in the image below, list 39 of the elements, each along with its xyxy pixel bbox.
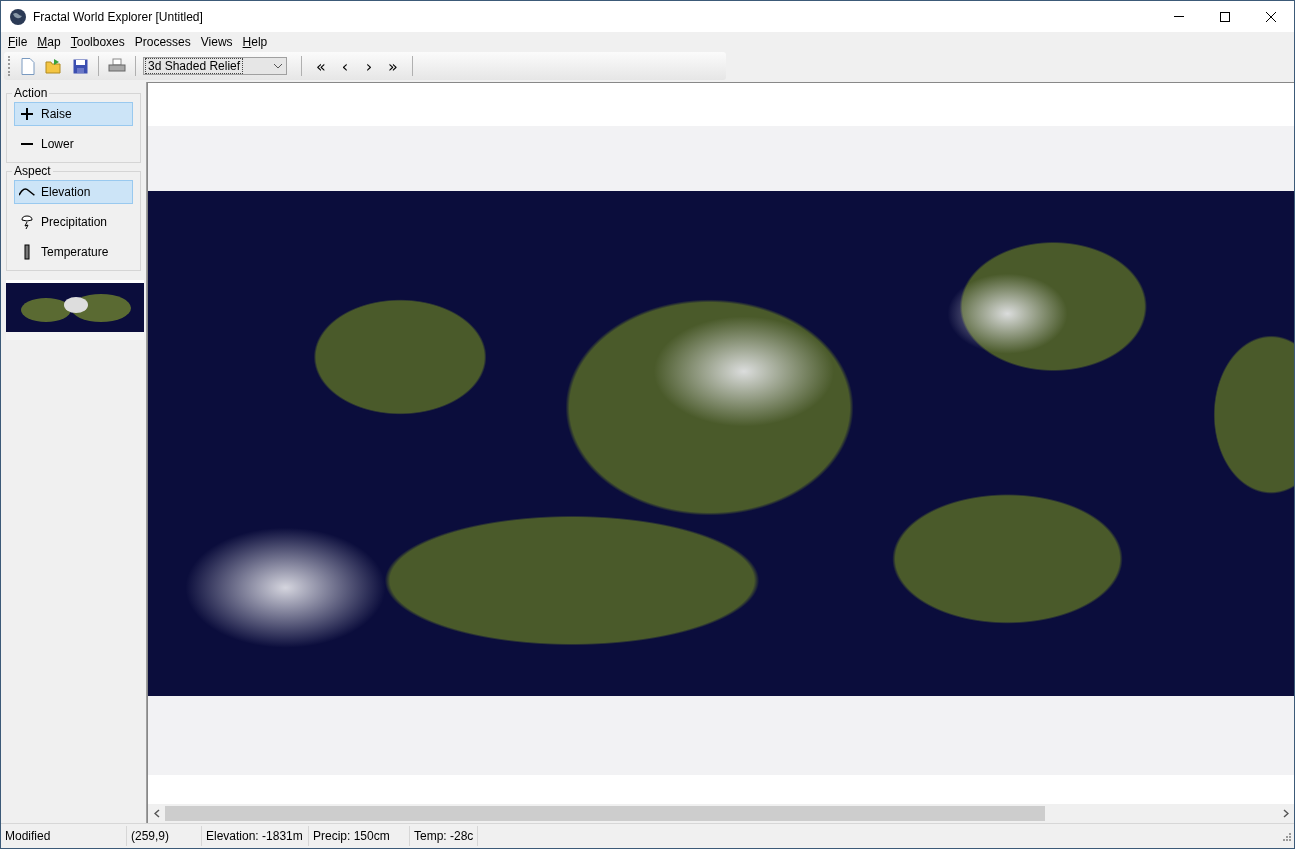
status-text: Elevation: -1831m bbox=[202, 826, 309, 846]
tool-button[interactable]: Temperature bbox=[14, 240, 133, 264]
window-title: Fractal World Explorer [Untitled] bbox=[33, 9, 204, 24]
menu-item[interactable]: Views bbox=[195, 34, 238, 49]
next-button[interactable]: › bbox=[357, 55, 381, 77]
status-text: Precip: 150cm bbox=[309, 826, 410, 846]
status-text: Temp: -28c bbox=[410, 826, 479, 846]
tool-button[interactable]: Raise bbox=[14, 102, 133, 126]
previous-button[interactable]: ‹ bbox=[333, 55, 357, 77]
menu-item[interactable]: File bbox=[3, 34, 33, 49]
chevron-down-icon bbox=[273, 63, 283, 69]
maximize-icon bbox=[1220, 11, 1230, 22]
view-select[interactable]: 3d Shaded Relief bbox=[143, 57, 287, 75]
menu-item[interactable]: Help bbox=[237, 34, 273, 49]
chevron-left-icon bbox=[153, 809, 160, 818]
tool-button[interactable]: Precipitation bbox=[14, 210, 133, 234]
menu-item[interactable]: Processes bbox=[129, 34, 196, 49]
scrollbar-thumb[interactable] bbox=[165, 806, 1045, 821]
tool-button[interactable]: Elevation bbox=[14, 180, 133, 204]
menu-item[interactable]: Toolboxes bbox=[65, 34, 130, 49]
minimize-icon bbox=[1174, 16, 1184, 17]
chevron-right-icon bbox=[1282, 809, 1289, 818]
group-title: Action bbox=[12, 86, 50, 100]
menu-item[interactable]: Map bbox=[32, 34, 66, 49]
status-text: (259,9) bbox=[127, 826, 202, 846]
map-thumbnail[interactable] bbox=[6, 280, 144, 340]
last-button[interactable]: » bbox=[381, 55, 405, 77]
map-image[interactable] bbox=[148, 83, 1294, 804]
first-button[interactable]: « bbox=[309, 55, 333, 77]
globe-icon bbox=[9, 7, 27, 26]
cloud-icon bbox=[19, 214, 35, 230]
tool-button[interactable]: Lower bbox=[14, 132, 133, 156]
close-icon bbox=[1266, 11, 1276, 22]
plus-icon bbox=[19, 106, 35, 122]
resize-grip-icon[interactable] bbox=[1280, 830, 1292, 842]
hill-icon bbox=[19, 188, 35, 196]
group-title: Aspect bbox=[12, 164, 53, 178]
minus-icon bbox=[19, 143, 35, 145]
status-text: Modified bbox=[1, 826, 127, 846]
